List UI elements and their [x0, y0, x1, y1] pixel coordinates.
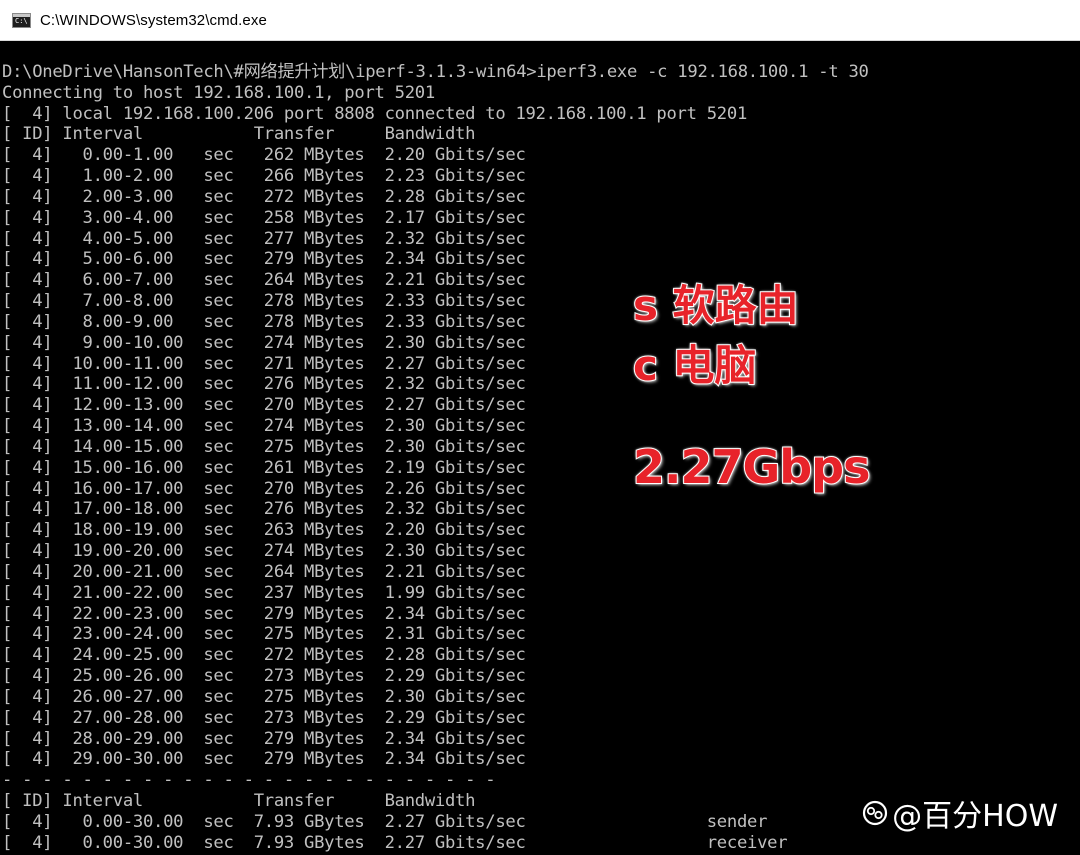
- console-line: [ 4] 11.00-12.00 sec 276 MBytes 2.32 Gbi…: [2, 374, 526, 395]
- title-bar[interactable]: C:\ C:\WINDOWS\system32\cmd.exe: [0, 0, 1080, 41]
- console-line: [ 4] 19.00-20.00 sec 274 MBytes 2.30 Gbi…: [2, 541, 526, 562]
- console-line: D:\OneDrive\HansonTech\#网络提升计划\iperf-3.1…: [2, 62, 869, 82]
- console-line: [ 4] 15.00-16.00 sec 261 MBytes 2.19 Gbi…: [2, 457, 526, 478]
- console-line: [ 4] 1.00-2.00 sec 266 MBytes 2.23 Gbits…: [2, 166, 526, 187]
- console-line: [ 4] 3.00-4.00 sec 258 MBytes 2.17 Gbits…: [2, 207, 526, 228]
- speed-annotation: 2.27Gbps: [632, 439, 871, 495]
- console-line: [ 4] 2.00-3.00 sec 272 MBytes 2.28 Gbits…: [2, 186, 526, 207]
- console-line: [ 4] 10.00-11.00 sec 271 MBytes 2.27 Gbi…: [2, 353, 526, 374]
- watermark: @百分HOW: [862, 791, 1058, 835]
- console-line: [ 4] 18.00-19.00 sec 263 MBytes 2.20 Gbi…: [2, 520, 526, 541]
- console-line: [ 4] 12.00-13.00 sec 270 MBytes 2.27 Gbi…: [2, 395, 526, 416]
- window-title: C:\WINDOWS\system32\cmd.exe: [40, 11, 267, 29]
- console-line: [ 4] 5.00-6.00 sec 279 MBytes 2.34 Gbits…: [2, 249, 526, 270]
- console-line: [ 4] 7.00-8.00 sec 278 MBytes 2.33 Gbits…: [2, 291, 526, 312]
- client-annotation: c 电脑: [632, 340, 758, 391]
- console-line: [ 4] 26.00-27.00 sec 275 MBytes 2.30 Gbi…: [2, 686, 526, 707]
- console-line: [ ID] Interval Transfer Bandwidth: [2, 124, 476, 145]
- console-line: Connecting to host 192.168.100.1, port 5…: [2, 82, 435, 103]
- console-line: [ 4] 13.00-14.00 sec 274 MBytes 2.30 Gbi…: [2, 416, 526, 437]
- console-line: [ 4] 28.00-29.00 sec 279 MBytes 2.34 Gbi…: [2, 728, 526, 749]
- console-line: [ 4] local 192.168.100.206 port 8808 con…: [2, 103, 748, 124]
- watermark-text: @百分HOW: [892, 799, 1058, 834]
- console-line: [ 4] 29.00-30.00 sec 279 MBytes 2.34 Gbi…: [2, 749, 526, 770]
- console-line: [ 4] 23.00-24.00 sec 275 MBytes 2.31 Gbi…: [2, 624, 526, 645]
- console-line: [ 4] 8.00-9.00 sec 278 MBytes 2.33 Gbits…: [2, 311, 526, 332]
- console-line: - - - - - - - - - - - - - - - - - - - - …: [2, 770, 496, 791]
- console-line: [ 4] 16.00-17.00 sec 270 MBytes 2.26 Gbi…: [2, 478, 526, 499]
- console-line: [ 4] 0.00-1.00 sec 262 MBytes 2.20 Gbits…: [2, 145, 526, 166]
- toutiao-logo-icon: [863, 800, 888, 826]
- console-line: [ 4] 6.00-7.00 sec 264 MBytes 2.21 Gbits…: [2, 270, 526, 291]
- console-line: [ 4] 17.00-18.00 sec 276 MBytes 2.32 Gbi…: [2, 499, 526, 520]
- console-line: [ 4] 20.00-21.00 sec 264 MBytes 2.21 Gbi…: [2, 561, 526, 582]
- console-line: [ 4] 9.00-10.00 sec 274 MBytes 2.30 Gbit…: [2, 332, 526, 353]
- cmd-icon[interactable]: C:\: [12, 12, 31, 28]
- console-line: [ 4] 27.00-28.00 sec 273 MBytes 2.29 Gbi…: [2, 707, 526, 728]
- console-line: [ 4] 4.00-5.00 sec 277 MBytes 2.32 Gbits…: [2, 228, 526, 249]
- console-line: [ 4] 22.00-23.00 sec 279 MBytes 2.34 Gbi…: [2, 603, 526, 624]
- console-line: [ 4] 0.00-30.00 sec 7.93 GBytes 2.27 Gbi…: [2, 832, 788, 853]
- console-output[interactable]: D:\OneDrive\HansonTech\#网络提升计划\iperf-3.1…: [2, 62, 1078, 855]
- console-line: [ 4] 21.00-22.00 sec 237 MBytes 1.99 Gbi…: [2, 582, 526, 603]
- cmd-icon-text: C:\: [15, 16, 28, 25]
- console-line: [ 4] 24.00-25.00 sec 272 MBytes 2.28 Gbi…: [2, 645, 526, 666]
- console-line: [ 4] 25.00-26.00 sec 273 MBytes 2.29 Gbi…: [2, 666, 526, 687]
- console-line: [ 4] 14.00-15.00 sec 275 MBytes 2.30 Gbi…: [2, 436, 526, 457]
- server-annotation: s 软路由: [632, 280, 800, 331]
- cmd-window: C:\ C:\WINDOWS\system32\cmd.exe D:\OneDr…: [0, 0, 1080, 855]
